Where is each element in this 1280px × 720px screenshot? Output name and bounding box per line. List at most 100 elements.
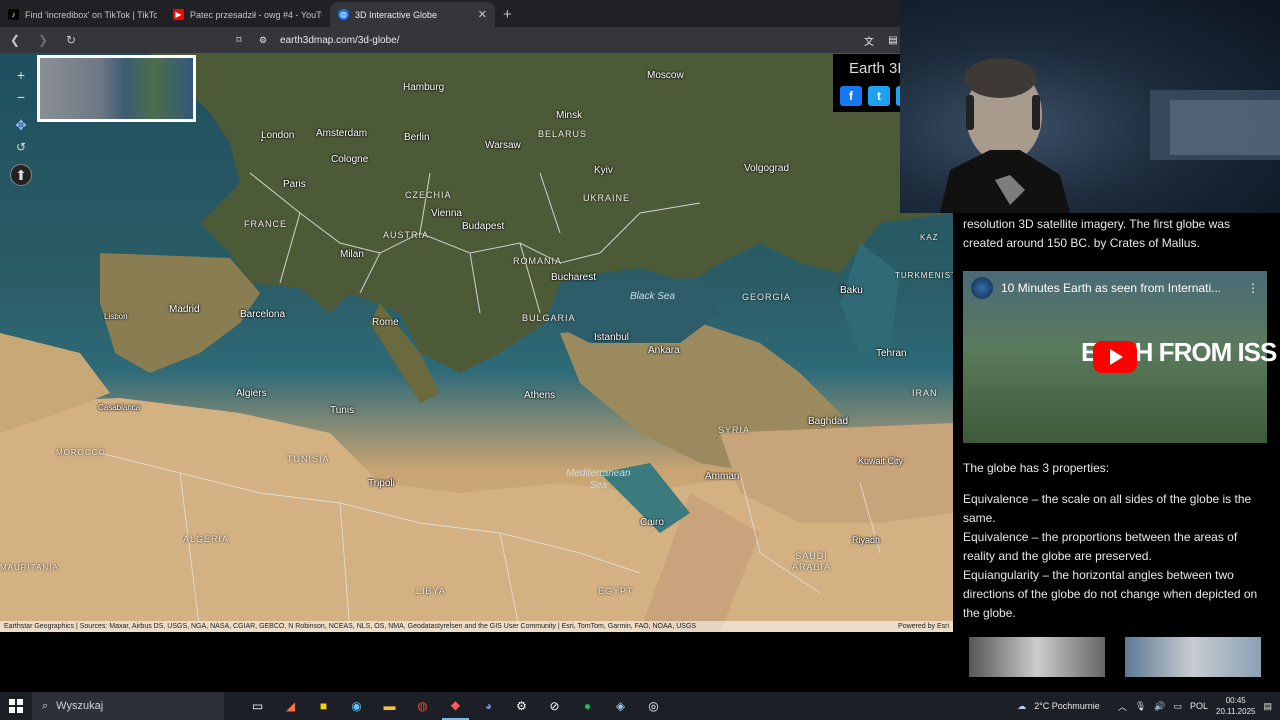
video-title[interactable]: 10 Minutes Earth as seen from Internati.… bbox=[1001, 279, 1239, 298]
label-warsaw[interactable]: Warsaw bbox=[485, 140, 521, 151]
label-austria[interactable]: AUSTRIA bbox=[383, 230, 429, 240]
label-black-sea[interactable]: Black Sea bbox=[630, 291, 675, 303]
task-view-icon[interactable]: ▭ bbox=[244, 692, 271, 720]
label-casablanca[interactable]: Casablanca bbox=[98, 403, 140, 412]
label-milan[interactable]: Milan bbox=[340, 249, 364, 260]
translate-icon[interactable]: 文 bbox=[862, 33, 876, 48]
label-bulgaria[interactable]: BULGARIA bbox=[522, 313, 576, 323]
discord-icon[interactable]: ◕ bbox=[475, 692, 502, 720]
spotify-icon[interactable]: ● bbox=[574, 692, 601, 720]
label-kazakhstan[interactable]: KAZ bbox=[920, 233, 939, 242]
zoom-in-button[interactable]: + bbox=[10, 64, 32, 86]
label-lisbon[interactable]: Lisbon bbox=[104, 312, 128, 321]
label-mediterranean-sea[interactable]: Mediterranean Sea bbox=[566, 468, 630, 492]
label-ankara[interactable]: Ankara bbox=[648, 345, 680, 356]
label-paris[interactable]: Paris bbox=[283, 179, 306, 190]
chrome-icon[interactable]: ◍ bbox=[409, 692, 436, 720]
windows-start-icon[interactable] bbox=[0, 692, 32, 720]
label-ukraine[interactable]: UKRAINE bbox=[583, 193, 630, 203]
earth-image[interactable] bbox=[1125, 637, 1261, 677]
tab-tiktok[interactable]: ♪ Find 'incredibox' on TikTok | TikTok S… bbox=[0, 2, 165, 27]
channel-avatar[interactable] bbox=[971, 277, 993, 299]
label-romania[interactable]: ROMANIA bbox=[513, 256, 562, 266]
new-tab-button[interactable]: + bbox=[495, 6, 520, 27]
label-amsterdam[interactable]: Amsterdam bbox=[316, 128, 367, 139]
forward-icon[interactable]: ❯ bbox=[36, 33, 50, 47]
label-kyiv[interactable]: Kyiv bbox=[594, 165, 613, 176]
label-algiers[interactable]: Algiers bbox=[236, 388, 267, 399]
label-tehran[interactable]: Tehran bbox=[876, 348, 907, 359]
reload-icon[interactable]: ↻ bbox=[64, 33, 78, 47]
pan-icon[interactable]: ✥ bbox=[10, 114, 32, 136]
play-button[interactable] bbox=[1093, 341, 1137, 373]
label-vienna[interactable]: Vienna bbox=[431, 208, 462, 219]
site-info-icon[interactable]: ⚙ bbox=[256, 35, 270, 46]
close-tab-icon[interactable]: ✕ bbox=[478, 8, 487, 21]
zoom-out-button[interactable]: − bbox=[10, 86, 32, 108]
label-athens[interactable]: Athens bbox=[524, 390, 555, 401]
language-indicator[interactable]: POL bbox=[1190, 701, 1208, 711]
label-istanbul[interactable]: Istanbul bbox=[594, 332, 629, 343]
label-cairo[interactable]: Cairo bbox=[640, 517, 664, 528]
label-tunisia[interactable]: TUNISIA bbox=[287, 454, 330, 464]
globe-map[interactable]: + − ✥ ↺ ⬆ Earth 3D f t London Amsterdam … bbox=[0, 53, 953, 632]
label-egypt[interactable]: EGYPT bbox=[598, 586, 634, 596]
weather-icon[interactable]: ☁ bbox=[1017, 701, 1026, 712]
taskbar-search[interactable]: ⌕ Wyszukaj bbox=[32, 692, 224, 720]
label-london[interactable]: London bbox=[261, 130, 294, 141]
label-iran[interactable]: IRAN bbox=[912, 388, 938, 398]
label-czechia[interactable]: CZECHIA bbox=[405, 190, 452, 200]
address-bar[interactable]: ⌑ ⚙ earth3dmap.com/3d-globe/ 文 ▤ bbox=[236, 30, 900, 50]
label-hamburg[interactable]: Hamburg bbox=[403, 82, 444, 93]
label-bucharest[interactable]: Bucharest bbox=[551, 272, 596, 283]
label-volgograd[interactable]: Volgograd bbox=[744, 163, 789, 174]
label-syria[interactable]: SYRIA bbox=[718, 425, 750, 435]
more-options-icon[interactable]: ⋮ bbox=[1247, 279, 1259, 298]
label-madrid[interactable]: Madrid bbox=[169, 304, 200, 315]
chevron-up-icon[interactable]: ︿ bbox=[1118, 700, 1127, 713]
label-berlin[interactable]: Berlin bbox=[404, 132, 430, 143]
label-baku[interactable]: Baku bbox=[840, 285, 863, 296]
steam-icon[interactable]: ◉ bbox=[343, 692, 370, 720]
notification-icon[interactable]: ▤ bbox=[1263, 701, 1272, 712]
label-algeria[interactable]: ALGERIA bbox=[183, 534, 229, 544]
obs-icon[interactable]: ◎ bbox=[640, 692, 667, 720]
label-barcelona[interactable]: Barcelona bbox=[240, 309, 285, 320]
settings-icon[interactable]: ⚙ bbox=[508, 692, 535, 720]
label-tunis[interactable]: Tunis bbox=[330, 405, 354, 416]
label-riyadh[interactable]: Riyadh bbox=[852, 535, 880, 545]
moon-image[interactable] bbox=[969, 637, 1105, 677]
volume-icon[interactable]: 🔊 bbox=[1154, 701, 1165, 712]
sticky-notes-icon[interactable]: ■ bbox=[310, 692, 337, 720]
street-view-thumbnail[interactable] bbox=[37, 55, 196, 122]
app-icon[interactable]: ◢ bbox=[277, 692, 304, 720]
rotate-icon[interactable]: ↺ bbox=[10, 136, 32, 158]
label-belarus[interactable]: BELARUS bbox=[538, 129, 587, 139]
label-minsk[interactable]: Minsk bbox=[556, 110, 582, 121]
url-text[interactable]: earth3dmap.com/3d-globe/ bbox=[280, 35, 400, 46]
network-icon[interactable]: ▭ bbox=[1174, 701, 1183, 712]
label-tripoli[interactable]: Tripoli bbox=[368, 478, 395, 489]
powered-by-esri[interactable]: Powered by Esri bbox=[898, 621, 949, 632]
steam-alt-icon[interactable]: ◈ bbox=[607, 692, 634, 720]
label-budapest[interactable]: Budapest bbox=[462, 221, 504, 232]
label-mauritania[interactable]: MAURITANIA bbox=[0, 563, 59, 572]
label-turkmenistan[interactable]: TURKMENISTAN bbox=[895, 271, 953, 280]
label-amman[interactable]: Amman bbox=[705, 471, 739, 482]
browser-active-icon[interactable]: ◆ bbox=[442, 692, 469, 720]
facebook-icon[interactable]: f bbox=[840, 86, 862, 106]
bookmark-icon[interactable]: ⌑ bbox=[232, 35, 246, 46]
file-explorer-icon[interactable]: ▬ bbox=[376, 692, 403, 720]
twitter-icon[interactable]: t bbox=[868, 86, 890, 106]
recording-icon[interactable]: ⊘ bbox=[541, 692, 568, 720]
label-morocco[interactable]: MOROCCO bbox=[56, 448, 106, 457]
back-icon[interactable]: ❮ bbox=[8, 33, 22, 47]
microphone-icon[interactable]: 🎙 bbox=[1135, 701, 1146, 712]
weather-text[interactable]: 2°C Pochmurnie bbox=[1034, 701, 1100, 711]
label-france[interactable]: FRANCE bbox=[244, 219, 287, 229]
tab-3d-globe[interactable]: ◍ 3D Interactive Globe ✕ bbox=[330, 2, 495, 27]
compass-icon[interactable]: ⬆ bbox=[10, 164, 32, 186]
label-libya[interactable]: LIBYA bbox=[416, 586, 446, 596]
label-cologne[interactable]: Cologne bbox=[331, 154, 368, 165]
label-rome[interactable]: Rome bbox=[372, 317, 399, 328]
